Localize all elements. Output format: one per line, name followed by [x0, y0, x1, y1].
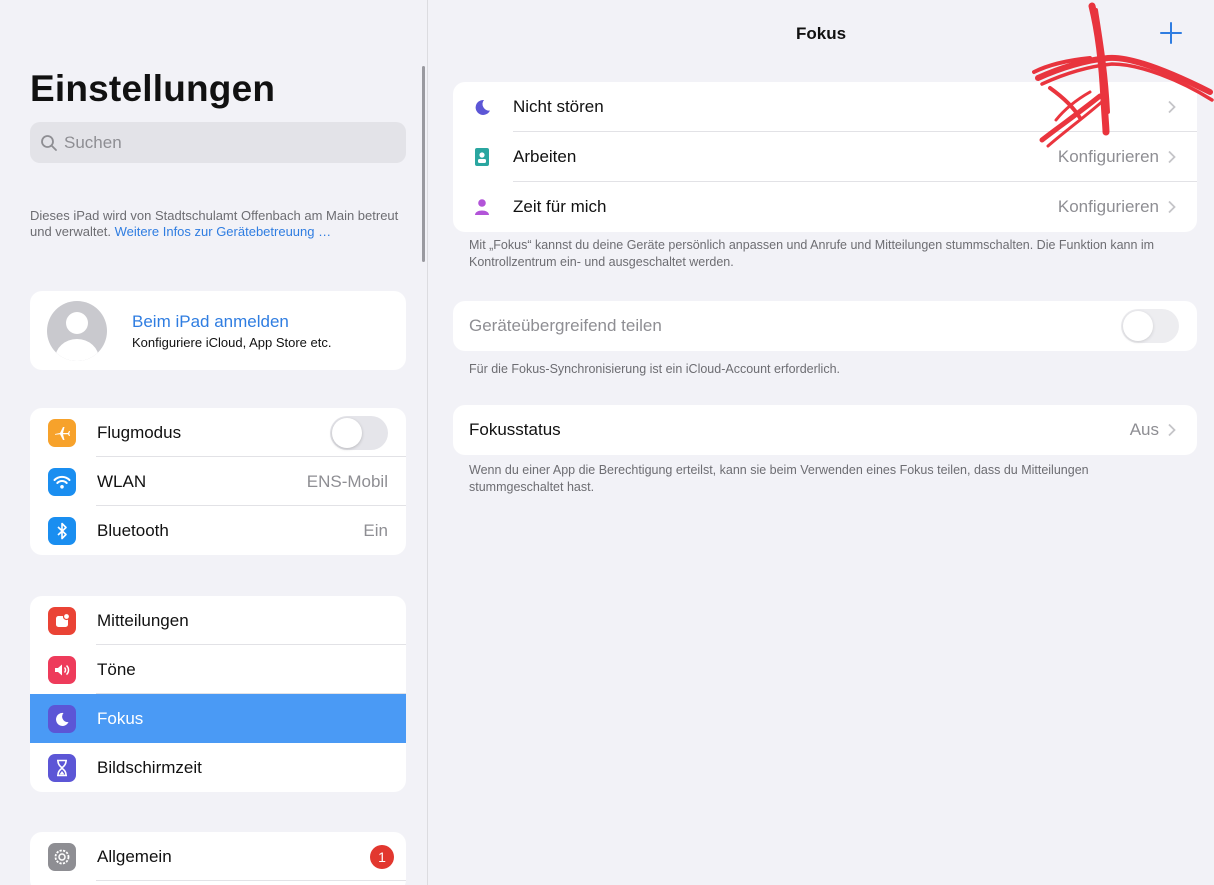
airplane-mode-toggle[interactable] — [330, 415, 388, 450]
person-icon — [475, 199, 489, 215]
sign-in-subtitle: Konfiguriere iCloud, App Store etc. — [132, 334, 332, 350]
wlan-network-value: ENS-Mobil — [306, 471, 388, 491]
notifications-group: Mitteilungen Töne Fokus Bildschirmzeit — [30, 596, 406, 792]
notifications-icon — [48, 606, 76, 635]
share-across-devices-row: Geräteübergreifend teilen — [453, 301, 1197, 351]
focus-status-card: Fokusstatus Aus — [453, 405, 1197, 455]
sidebar-scrollbar[interactable] — [422, 66, 425, 262]
share-across-devices-card: Geräteübergreifend teilen — [453, 301, 1197, 351]
focus-item-label: Zeit für mich — [513, 197, 607, 216]
sidebar-item-wlan[interactable]: WLAN ENS-Mobil — [30, 457, 406, 506]
general-group: Allgemein 1 — [30, 832, 406, 885]
search-field[interactable]: Suchen — [30, 122, 406, 163]
sidebar-item-label: Töne — [97, 659, 136, 679]
share-across-devices-label: Geräteübergreifend teilen — [469, 316, 662, 335]
page-title: Fokus — [795, 24, 847, 43]
hourglass-icon — [48, 753, 76, 782]
id-badge-icon — [475, 148, 489, 166]
search-icon — [41, 134, 57, 151]
connectivity-group: Flugmodus WLAN ENS-Mobil Bluetooth Ein — [30, 408, 406, 555]
speaker-icon — [48, 655, 76, 684]
focus-item-zeit-fuer-mich[interactable]: Zeit für mich Konfigurieren — [453, 182, 1197, 232]
sidebar-item-label: Mitteilungen — [97, 610, 189, 630]
focus-status-note: Wenn du einer App die Berechtigung ertei… — [469, 463, 1089, 494]
focus-status-value: Aus — [1129, 420, 1159, 439]
sidebar-item-toene[interactable]: Töne — [30, 645, 406, 694]
update-badge: 1 — [370, 844, 394, 869]
focus-status-label: Fokusstatus — [469, 420, 561, 439]
chevron-right-icon — [1168, 423, 1176, 437]
sidebar-item-label: WLAN — [97, 471, 147, 491]
focus-modes-list: Nicht stören Arbeiten Konfigurieren Zeit… — [453, 82, 1197, 232]
avatar — [47, 300, 107, 361]
chevron-right-icon — [1168, 100, 1176, 114]
airplane-icon — [48, 418, 76, 447]
apple-id-card[interactable]: Beim iPad anmelden Konfiguriere iCloud, … — [30, 291, 406, 370]
sidebar-item-label: Fokus — [97, 708, 144, 728]
sidebar-item-label: Bluetooth — [97, 520, 169, 540]
gear-icon — [48, 842, 76, 871]
sidebar-item-label: Allgemein — [97, 846, 172, 866]
sidebar-item-flugmodus[interactable]: Flugmodus — [30, 408, 406, 457]
detail-pane: Fokus Nicht stören Arbeiten Konfiguriere… — [428, 0, 1214, 885]
share-across-devices-toggle[interactable] — [1121, 309, 1179, 343]
focus-item-arbeiten[interactable]: Arbeiten Konfigurieren — [453, 132, 1197, 182]
sign-in-label: Beim iPad anmelden — [132, 311, 289, 331]
configure-label: Konfigurieren — [1057, 197, 1159, 216]
focus-description: Mit „Fokus“ kannst du deine Geräte persö… — [469, 238, 1155, 269]
bluetooth-icon — [48, 516, 76, 545]
moon-icon — [475, 99, 490, 115]
search-input[interactable]: Suchen — [64, 133, 122, 153]
focus-item-label: Nicht stören — [513, 97, 604, 116]
sidebar: Einstellungen Suchen Dieses iPad wird vo… — [0, 0, 428, 885]
chevron-right-icon — [1168, 200, 1176, 214]
sidebar-item-allgemein[interactable]: Allgemein 1 — [30, 832, 406, 881]
focus-item-nicht-stoeren[interactable]: Nicht stören — [453, 82, 1197, 132]
add-focus-button[interactable] — [1158, 20, 1184, 46]
sidebar-item-label: Bildschirmzeit — [97, 757, 202, 777]
mdm-info-link[interactable]: Weitere Infos zur Geräte­betreuung … — [115, 224, 332, 239]
mdm-notice: Dieses iPad wird von Stadtschulamt Offen… — [30, 208, 400, 240]
chevron-right-icon — [1168, 150, 1176, 164]
sidebar-item-mitteilungen[interactable]: Mitteilungen — [30, 596, 406, 645]
share-note: Für die Fokus-Synchronisierung ist ein i… — [469, 362, 840, 376]
wifi-icon — [48, 467, 76, 496]
sidebar-item-label: Flugmodus — [97, 422, 182, 442]
configure-label: Konfigurieren — [1057, 147, 1159, 166]
bluetooth-value: Ein — [363, 520, 388, 540]
sidebar-item-bluetooth[interactable]: Bluetooth Ein — [30, 506, 406, 555]
sidebar-item-bildschirmzeit[interactable]: Bildschirmzeit — [30, 743, 406, 792]
moon-icon — [48, 704, 76, 733]
sidebar-item-fokus[interactable]: Fokus — [30, 694, 406, 743]
sidebar-title: Einstellungen — [30, 68, 276, 109]
focus-item-label: Arbeiten — [513, 147, 577, 166]
focus-status-row[interactable]: Fokusstatus Aus — [453, 405, 1197, 455]
